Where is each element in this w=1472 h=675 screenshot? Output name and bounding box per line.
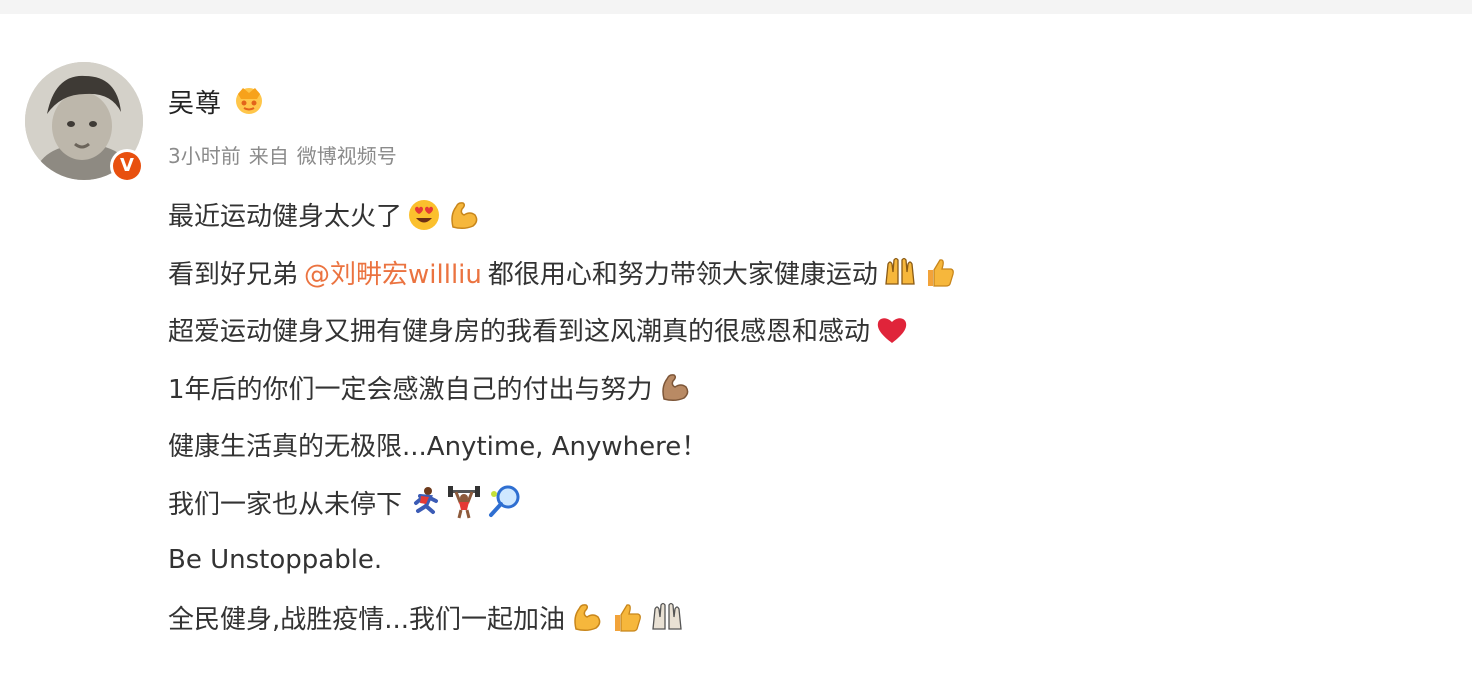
verified-badge: V bbox=[110, 149, 144, 183]
thumbs-up-emoji bbox=[609, 599, 645, 635]
mention-link[interactable]: @刘畊宏willliu bbox=[304, 254, 482, 291]
flexed-biceps-emoji bbox=[446, 197, 482, 233]
page-top-strip bbox=[0, 0, 1472, 14]
verified-v-icon: V bbox=[113, 152, 141, 180]
post-line-1: 最近运动健身太火了 bbox=[168, 186, 1368, 244]
tennis-racket-emoji bbox=[486, 484, 522, 520]
post-line-8: 全民健身,战胜疫情...我们一起加油 bbox=[168, 589, 1368, 647]
raised-hands-emoji bbox=[649, 599, 685, 635]
line-text: 1年后的你们一定会感激自己的付出与努力 bbox=[168, 374, 653, 405]
raised-hands-emoji bbox=[882, 254, 918, 290]
vip-crown-icon[interactable] bbox=[232, 82, 266, 120]
author-name[interactable]: 吴尊 bbox=[168, 83, 222, 120]
post-source[interactable]: 微博视频号 bbox=[297, 140, 397, 169]
post-line-2: 看到好兄弟 @刘畊宏willliu 都很用心和努力带领大家健康运动 bbox=[168, 244, 1368, 302]
heart-eyes-emoji bbox=[406, 197, 442, 233]
thumbs-up-emoji bbox=[922, 254, 958, 290]
flexed-biceps-emoji bbox=[569, 599, 605, 635]
line-text: 看到好兄弟 bbox=[168, 259, 299, 290]
weibo-post-card: V 吴尊 3小时前 来自 微博视频号 最近运动健身太火了 看到好兄弟 @刘畊宏w… bbox=[0, 14, 1472, 675]
post-meta: 3小时前 来自 微博视频号 bbox=[168, 140, 397, 169]
post-line-6: 我们一家也从未停下 bbox=[168, 474, 1368, 532]
post-content: 最近运动健身太火了 看到好兄弟 @刘畊宏willliu 都很用心和努力带领大家健… bbox=[168, 186, 1368, 646]
line-text: Be Unstoppable. bbox=[168, 544, 383, 575]
post-line-3: 超爱运动健身又拥有健身房的我看到这风潮真的很感恩和感动 bbox=[168, 301, 1368, 359]
flexed-biceps-tone-emoji bbox=[657, 369, 693, 405]
author-row: 吴尊 bbox=[168, 82, 266, 120]
weightlifting-emoji bbox=[446, 484, 482, 520]
post-line-5: 健康生活真的无极限...Anytime, Anywhere！ bbox=[168, 416, 1368, 474]
line-text: 全民健身,战胜疫情...我们一起加油 bbox=[168, 604, 566, 635]
line-text: 超爱运动健身又拥有健身房的我看到这风潮真的很感恩和感动 bbox=[168, 317, 871, 348]
line-text: 健康生活真的无极限...Anytime, Anywhere！ bbox=[168, 432, 708, 463]
line-text: 最近运动健身太火了 bbox=[168, 202, 403, 233]
post-line-4: 1年后的你们一定会感激自己的付出与努力 bbox=[168, 359, 1368, 417]
source-prefix: 来自 bbox=[248, 144, 289, 168]
line-text: 都很用心和努力带领大家健康运动 bbox=[487, 259, 878, 290]
post-time[interactable]: 3小时前 bbox=[168, 140, 241, 169]
line-text: 我们一家也从未停下 bbox=[168, 489, 403, 520]
red-heart-emoji bbox=[874, 312, 910, 348]
post-line-7: Be Unstoppable. bbox=[168, 531, 1368, 589]
running-emoji bbox=[406, 484, 442, 520]
